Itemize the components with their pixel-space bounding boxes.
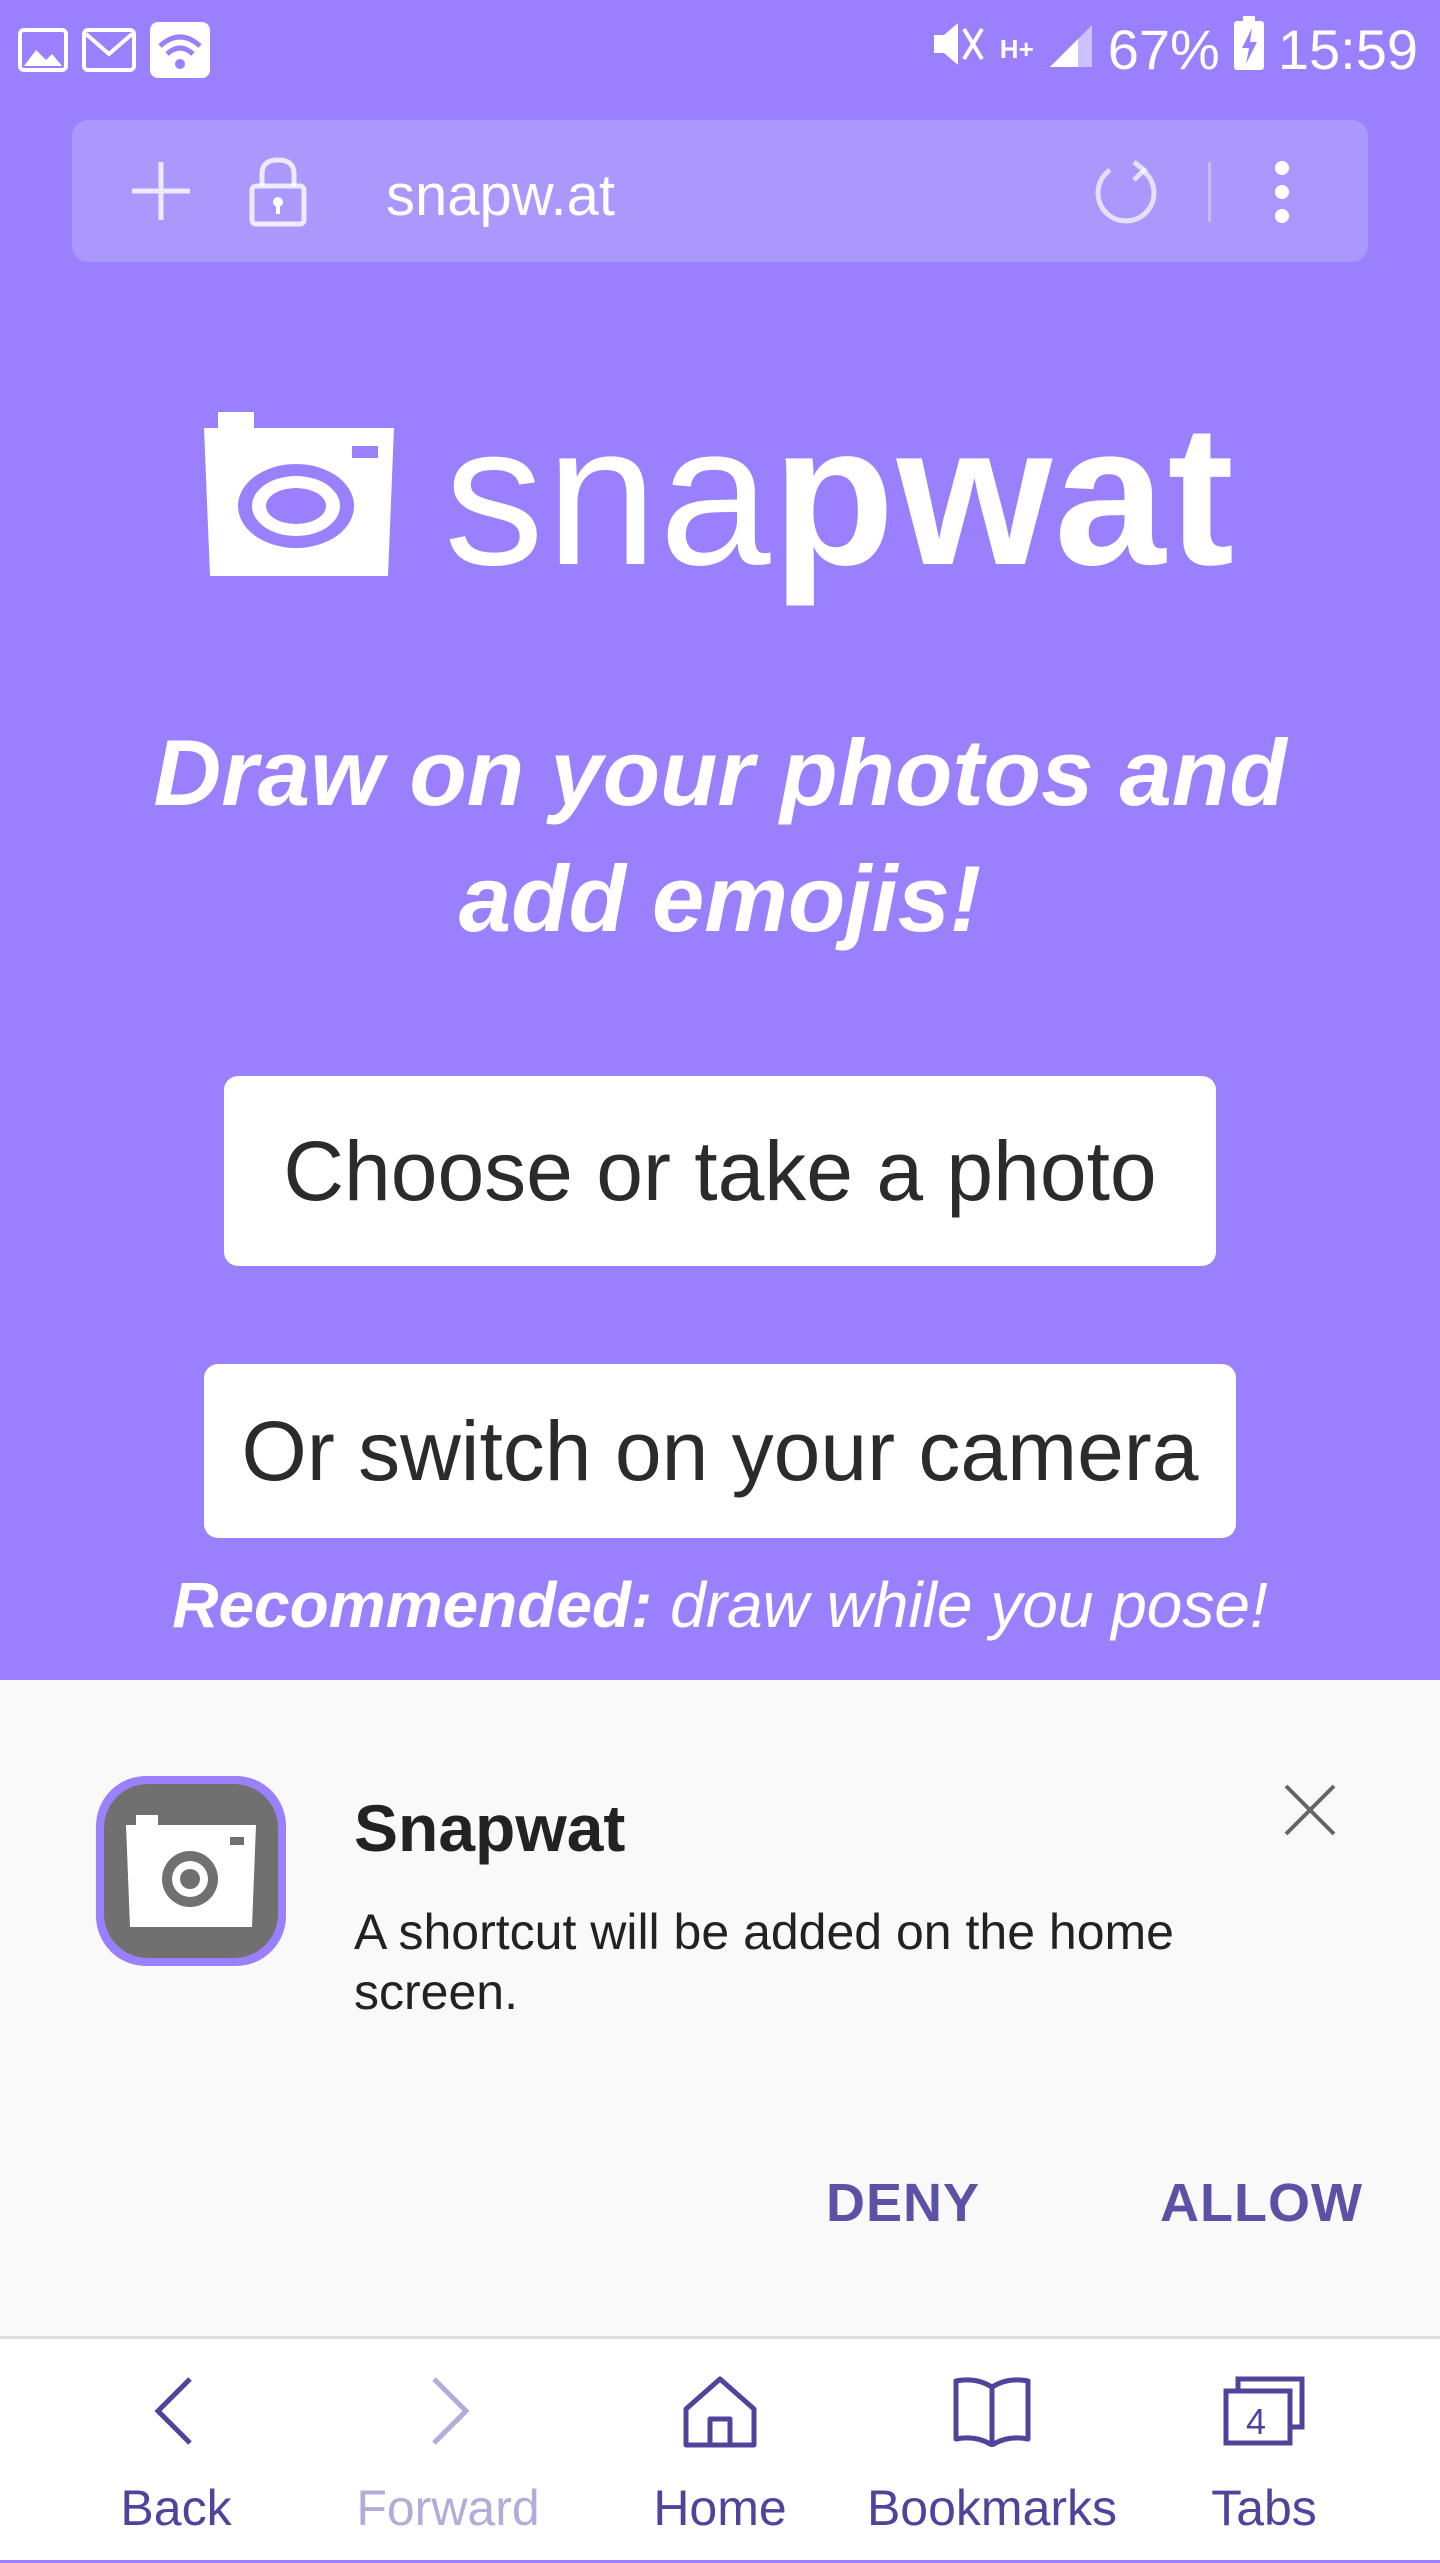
logo-wordmark: snapwat (444, 396, 1236, 596)
nav-forward[interactable]: Forward (304, 2339, 592, 2563)
nav-bookmarks[interactable]: Bookmarks (848, 2339, 1136, 2563)
battery-charging-icon (1233, 16, 1264, 83)
recommendation: Recommended: draw while you pose! (0, 1568, 1440, 1642)
gallery-icon (18, 28, 68, 77)
status-bar: H+ 67% 15:59 (0, 0, 1440, 104)
divider (1208, 162, 1211, 222)
bookmarks-icon (953, 2377, 1031, 2447)
tab-count: 4 (1245, 2401, 1267, 2442)
logo-light-text: sna (444, 384, 773, 607)
back-icon (154, 2377, 192, 2445)
logo-bold-text: pwat (772, 384, 1237, 607)
deny-button[interactable]: DENY (826, 2172, 980, 2234)
app-icon (96, 1776, 286, 1966)
camera-logo-icon (204, 411, 394, 581)
nav-tabs-label: Tabs (1211, 2480, 1317, 2536)
nav-home[interactable]: Home (576, 2339, 864, 2563)
new-tab-icon[interactable] (128, 158, 194, 229)
nav-back-label: Back (120, 2480, 232, 2536)
add-shortcut-dialog: Snapwat A shortcut will be added on the … (0, 1680, 1440, 2336)
forward-icon (432, 2377, 470, 2445)
nav-forward-label: Forward (356, 2480, 540, 2536)
lock-icon[interactable] (248, 156, 308, 233)
mute-icon (930, 17, 986, 82)
email-icon (82, 28, 136, 77)
more-options-icon[interactable] (1272, 156, 1292, 233)
recommend-label: Recommended: (172, 1569, 653, 1641)
tagline: Draw on your photos and add emojis! (153, 720, 1287, 951)
camera-icon (126, 1815, 256, 1927)
reload-icon[interactable] (1090, 156, 1162, 233)
snapwat-logo: snapwat (204, 396, 1236, 596)
nav-bookmarks-label: Bookmarks (866, 2480, 1118, 2536)
network-type: H+ (999, 34, 1034, 64)
wifi-icon (150, 22, 210, 83)
signal-icon (1048, 17, 1094, 82)
bottom-navigation: Back Forward Home Bookmarks 4 Tabs (0, 2336, 1440, 2560)
home-icon (683, 2376, 757, 2448)
switch-camera-button[interactable]: Or switch on your camera (204, 1364, 1236, 1538)
nav-back[interactable]: Back (32, 2339, 320, 2563)
url-text[interactable]: snapw.at (386, 162, 615, 229)
dialog-title: Snapwat (354, 1791, 626, 1865)
clock: 15:59 (1277, 18, 1418, 81)
nav-home-label: Home (653, 2480, 787, 2536)
address-bar: snapw.at (72, 120, 1368, 262)
recommend-text: draw while you pose! (652, 1569, 1268, 1641)
nav-tabs[interactable]: 4 Tabs (1120, 2339, 1408, 2563)
allow-button[interactable]: ALLOW (1160, 2172, 1363, 2234)
dialog-message: A shortcut will be added on the home scr… (354, 1904, 1174, 2020)
choose-photo-button[interactable]: Choose or take a photo (224, 1076, 1216, 1266)
close-icon[interactable] (1280, 1780, 1340, 1845)
battery-percent: 67% (1107, 18, 1220, 81)
